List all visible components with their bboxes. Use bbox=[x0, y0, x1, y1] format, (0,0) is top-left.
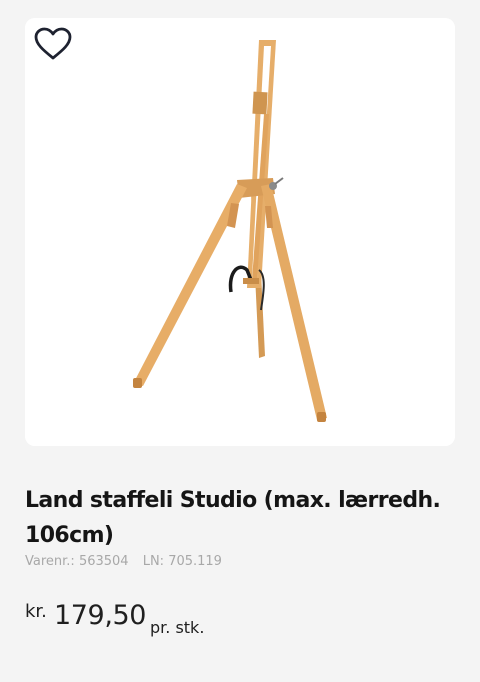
heart-outline-icon bbox=[34, 27, 72, 60]
ln-number: LN: 705.119 bbox=[142, 554, 222, 569]
product-image-container[interactable] bbox=[25, 18, 455, 446]
favorite-button[interactable] bbox=[33, 26, 73, 62]
item-number: Varenr.: 563504 bbox=[25, 554, 129, 569]
product-meta: Varenr.: 563504 LN: 705.119 bbox=[25, 554, 222, 569]
product-card: Land staffeli Studio (max. lærredh. 106c… bbox=[0, 0, 480, 682]
price-unit: pr. stk. bbox=[150, 618, 205, 637]
price-currency: kr. bbox=[25, 601, 47, 622]
product-title[interactable]: Land staffeli Studio (max. lærredh. 106c… bbox=[25, 483, 465, 553]
product-image[interactable] bbox=[25, 18, 455, 446]
price-amount: 179,50 bbox=[54, 600, 147, 631]
